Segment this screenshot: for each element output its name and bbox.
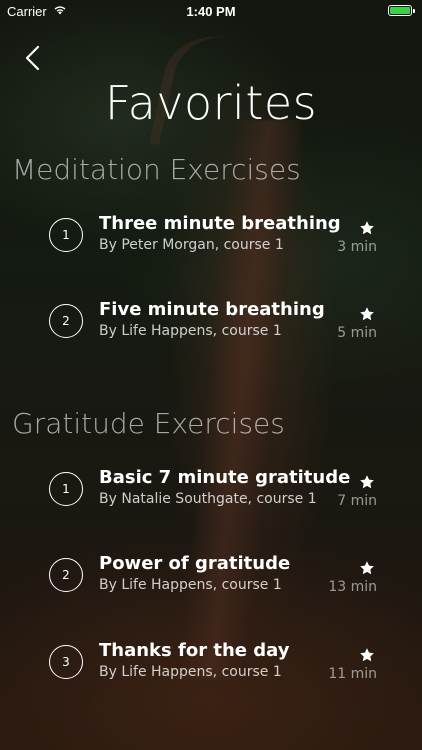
item-subtitle: By Life Happens, course 1	[99, 664, 282, 680]
item-number-badge: 2	[49, 558, 83, 592]
star-icon[interactable]	[359, 647, 375, 663]
star-icon[interactable]	[359, 474, 375, 490]
star-icon[interactable]	[359, 306, 375, 322]
star-icon[interactable]	[359, 560, 375, 576]
item-title: Five minute breathing	[99, 299, 325, 320]
item-title: Power of gratitude	[99, 553, 291, 574]
item-number-badge: 1	[49, 218, 83, 252]
page-title: Favorites	[104, 76, 318, 130]
list-item[interactable]: 3 Thanks for the day By Life Happens, co…	[0, 632, 422, 692]
item-duration: 11 min	[328, 666, 377, 682]
item-title: Three minute breathing	[99, 213, 341, 234]
item-subtitle: By Peter Morgan, course 1	[99, 237, 284, 253]
item-title: Thanks for the day	[99, 640, 290, 661]
list-item[interactable]: 1 Basic 7 minute gratitude By Natalie So…	[0, 459, 422, 519]
section-title-gratitude: Gratitude Exercises	[12, 407, 285, 440]
item-duration: 5 min	[337, 325, 377, 341]
list-item[interactable]: 1 Three minute breathing By Peter Morgan…	[0, 205, 422, 265]
item-duration: 7 min	[337, 493, 377, 509]
item-duration: 13 min	[328, 579, 377, 595]
item-number-badge: 2	[49, 304, 83, 338]
item-title: Basic 7 minute gratitude	[99, 467, 351, 488]
battery-icon	[388, 5, 415, 16]
chevron-left-icon[interactable]	[23, 45, 43, 71]
item-number-badge: 1	[49, 472, 83, 506]
clock: 1:40 PM	[186, 4, 236, 19]
item-duration: 3 min	[337, 239, 377, 255]
star-icon[interactable]	[359, 220, 375, 236]
list-item[interactable]: 2 Power of gratitude By Life Happens, co…	[0, 545, 422, 605]
item-subtitle: By Life Happens, course 1	[99, 323, 282, 339]
list-item[interactable]: 2 Five minute breathing By Life Happens,…	[0, 291, 422, 351]
status-bar: Carrier 1:40 PM	[0, 0, 422, 22]
item-subtitle: By Life Happens, course 1	[99, 577, 282, 593]
section-title-meditation: Meditation Exercises	[12, 153, 301, 186]
item-number-badge: 3	[49, 645, 83, 679]
item-subtitle: By Natalie Southgate, course 1	[99, 491, 317, 507]
